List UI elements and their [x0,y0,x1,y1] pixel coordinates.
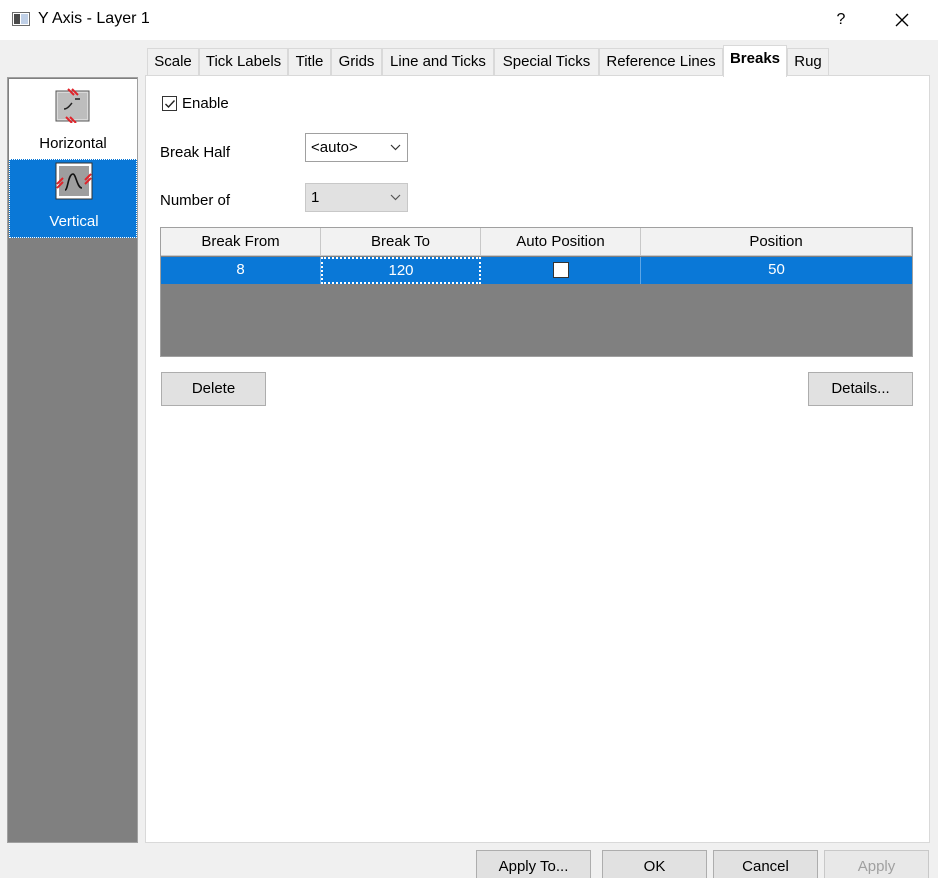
number-of-dropdown[interactable]: 1 [305,183,408,212]
cancel-button[interactable]: Cancel [713,850,818,878]
tab-line-and-ticks[interactable]: Line and Ticks [382,48,494,76]
tab-scale[interactable]: Scale [147,48,199,76]
apply-button[interactable]: Apply [824,850,929,878]
cell-break-to[interactable]: 120 [321,257,481,284]
axis-direction-list: Horizontal Vertical [7,77,138,843]
enable-checkbox[interactable] [162,96,177,111]
chevron-down-icon [390,144,401,151]
axis-break-horizontal-icon [54,85,92,124]
close-button[interactable] [882,4,922,36]
list-item-horizontal[interactable]: Horizontal [9,79,137,159]
breaks-tab-panel: Enable Break Half <auto> Number of 1 Bre… [145,75,930,843]
tab-rug[interactable]: Rug [787,48,829,76]
list-item-vertical[interactable]: Vertical [9,159,137,238]
break-half-value: <auto> [311,139,358,156]
number-of-label: Number of [160,192,231,209]
tab-breaks[interactable]: Breaks [723,45,787,77]
tab-reference-lines[interactable]: Reference Lines [599,48,723,76]
delete-button[interactable]: Delete [161,372,266,406]
details-button[interactable]: Details... [808,372,913,406]
break-half-dropdown[interactable]: <auto> [305,133,408,162]
tab-tick-labels[interactable]: Tick Labels [199,48,288,76]
table-row[interactable]: 8 120 50 [161,257,912,284]
axis-break-vertical-icon [55,162,93,200]
breaks-table: Break From Break To Auto Position Positi… [160,227,913,357]
list-item-label: Vertical [49,213,99,230]
table-header: Break From Break To Auto Position Positi… [161,228,912,256]
window-app-icon [12,12,30,26]
column-header-position[interactable]: Position [641,228,912,256]
window-title: Y Axis - Layer 1 [38,10,150,27]
cell-break-from[interactable]: 8 [161,257,321,284]
help-button[interactable]: ? [826,4,856,36]
cell-auto-position[interactable] [481,257,641,284]
list-item-label: Horizontal [39,135,107,152]
number-of-value: 1 [311,189,320,206]
break-half-label: Break Half [160,144,231,161]
column-header-break-from[interactable]: Break From [161,228,321,256]
title-bar: Y Axis - Layer 1 ? [0,0,938,40]
chevron-down-icon [390,194,401,201]
tab-title[interactable]: Title [288,48,331,76]
checkmark-icon [165,100,176,109]
auto-position-checkbox[interactable] [553,262,569,278]
apply-to-button[interactable]: Apply To... [476,850,591,878]
column-header-break-to[interactable]: Break To [321,228,481,256]
tab-special-ticks[interactable]: Special Ticks [494,48,599,76]
enable-label: Enable [182,95,229,112]
column-header-auto-position[interactable]: Auto Position [481,228,641,256]
close-icon [895,13,909,27]
tab-grids[interactable]: Grids [331,48,382,76]
ok-button[interactable]: OK [602,850,707,878]
cell-position[interactable]: 50 [641,257,912,284]
